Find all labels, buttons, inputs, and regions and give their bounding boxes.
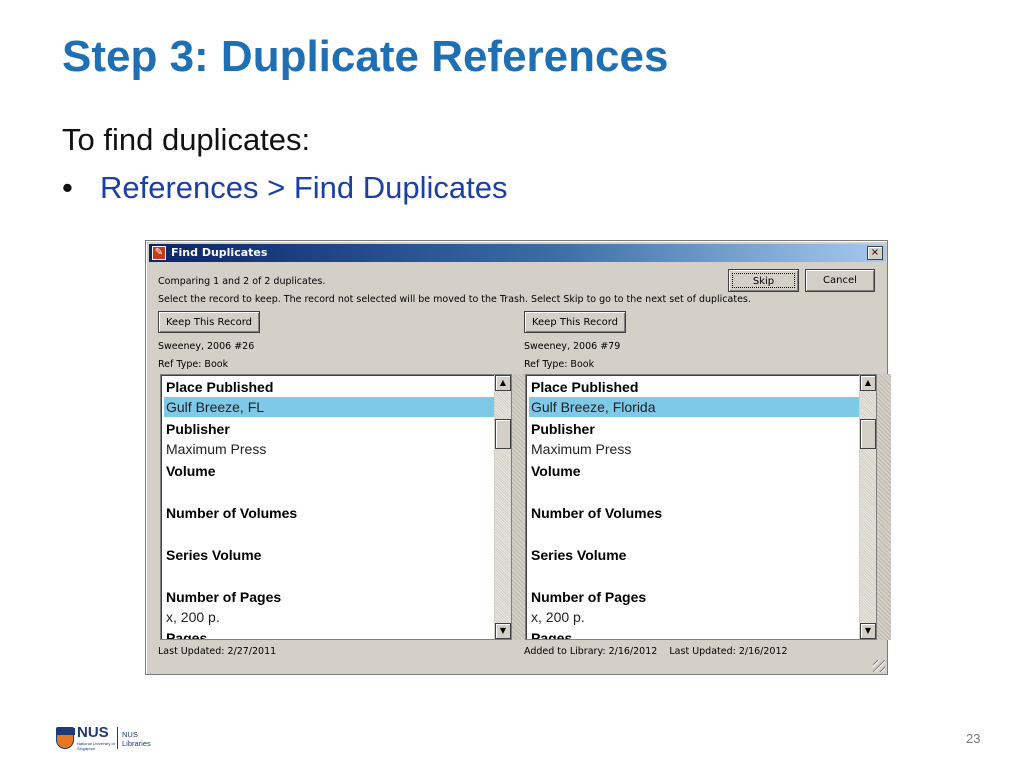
bullet-symbol: • bbox=[62, 170, 73, 205]
right-dates: Added to Library: 2/16/2012 Last Updated… bbox=[524, 646, 788, 657]
field-value[interactable]: Maximum Press bbox=[529, 439, 860, 459]
scroll-up-icon[interactable]: ▲ bbox=[495, 375, 511, 391]
left-ref-type: Ref Type: Book bbox=[158, 359, 229, 370]
field-value-selected[interactable]: Gulf Breeze, FL bbox=[164, 397, 495, 417]
nus-logo-subtext: National University of Singapore bbox=[77, 741, 115, 751]
field-label: Publisher bbox=[166, 421, 230, 437]
left-last-updated: Last Updated: 2/27/2011 bbox=[158, 646, 277, 657]
dialog-title: Find Duplicates bbox=[171, 246, 268, 259]
field-label: Place Published bbox=[166, 379, 274, 395]
field-label: Number of Pages bbox=[531, 589, 647, 605]
field-value[interactable]: Maximum Press bbox=[164, 439, 495, 459]
right-scroll-thumb[interactable] bbox=[860, 419, 876, 449]
scroll-down-icon[interactable]: ▼ bbox=[495, 623, 511, 639]
slide-title: Step 3: Duplicate References bbox=[62, 32, 669, 81]
slide-intro-text: To find duplicates: bbox=[62, 122, 311, 157]
right-scrollbar[interactable]: ▲ ▼ bbox=[859, 375, 876, 639]
nus-crest-icon bbox=[56, 727, 75, 749]
page-number: 23 bbox=[966, 731, 981, 746]
right-citation: Sweeney, 2006 #79 bbox=[524, 341, 621, 352]
field-label: Place Published bbox=[531, 379, 639, 395]
bullet-text: References > Find Duplicates bbox=[100, 170, 508, 205]
field-label: Pages bbox=[531, 630, 573, 640]
scroll-up-icon[interactable]: ▲ bbox=[860, 375, 876, 391]
endnote-app-icon: ✎ bbox=[152, 246, 166, 260]
pane-splitter[interactable] bbox=[512, 374, 526, 640]
field-label: Series Volume bbox=[531, 547, 627, 563]
field-value[interactable] bbox=[529, 481, 860, 503]
field-value[interactable]: x, 200 p. bbox=[529, 607, 860, 627]
keep-right-record-button[interactable]: Keep This Record bbox=[524, 311, 626, 333]
nus-logo-word: NUS bbox=[77, 724, 109, 741]
field-label: Pages bbox=[166, 630, 208, 640]
field-value[interactable] bbox=[164, 523, 495, 545]
cancel-button[interactable]: Cancel bbox=[805, 269, 875, 292]
skip-button[interactable]: Skip bbox=[728, 269, 799, 292]
dialog-titlebar[interactable]: ✎ Find Duplicates × bbox=[149, 244, 886, 262]
left-record-pane[interactable]: Place Published Gulf Breeze, FL Publishe… bbox=[160, 374, 512, 640]
field-label: Volume bbox=[531, 463, 581, 479]
right-record-pane[interactable]: Place Published Gulf Breeze, Florida Pub… bbox=[525, 374, 877, 640]
instruction-text: Select the record to keep. The record no… bbox=[158, 294, 751, 305]
field-label: Publisher bbox=[531, 421, 595, 437]
field-value[interactable] bbox=[529, 565, 860, 587]
field-value[interactable] bbox=[164, 565, 495, 587]
left-field-list: Place Published Gulf Breeze, FL Publishe… bbox=[164, 377, 495, 640]
left-scrollbar[interactable]: ▲ ▼ bbox=[494, 375, 511, 639]
libraries-label: NUS Libraries bbox=[122, 730, 151, 748]
right-edge-hatch bbox=[877, 374, 891, 640]
field-label: Volume bbox=[166, 463, 216, 479]
find-duplicates-dialog: ✎ Find Duplicates × Comparing 1 and 2 of… bbox=[145, 240, 891, 675]
field-value-selected[interactable]: Gulf Breeze, Florida bbox=[529, 397, 860, 417]
left-scroll-thumb[interactable] bbox=[495, 419, 511, 449]
field-label: Number of Pages bbox=[166, 589, 282, 605]
keep-left-record-button[interactable]: Keep This Record bbox=[158, 311, 260, 333]
nus-libraries-logo: NUS National University of Singapore NUS… bbox=[56, 724, 156, 752]
logo-divider bbox=[117, 727, 118, 749]
resize-grip-icon[interactable] bbox=[873, 660, 885, 672]
field-label: Series Volume bbox=[166, 547, 262, 563]
field-value[interactable] bbox=[529, 523, 860, 545]
right-ref-type: Ref Type: Book bbox=[524, 359, 595, 370]
slide-bullet-item: • References > Find Duplicates bbox=[62, 170, 508, 206]
comparing-status: Comparing 1 and 2 of 2 duplicates. bbox=[158, 276, 326, 287]
field-value[interactable] bbox=[164, 481, 495, 503]
field-value[interactable]: x, 200 p. bbox=[164, 607, 495, 627]
field-label: Number of Volumes bbox=[531, 505, 663, 521]
close-icon[interactable]: × bbox=[867, 246, 883, 260]
field-label: Number of Volumes bbox=[166, 505, 298, 521]
scroll-down-icon[interactable]: ▼ bbox=[860, 623, 876, 639]
right-field-list: Place Published Gulf Breeze, Florida Pub… bbox=[529, 377, 860, 640]
left-citation: Sweeney, 2006 #26 bbox=[158, 341, 255, 352]
